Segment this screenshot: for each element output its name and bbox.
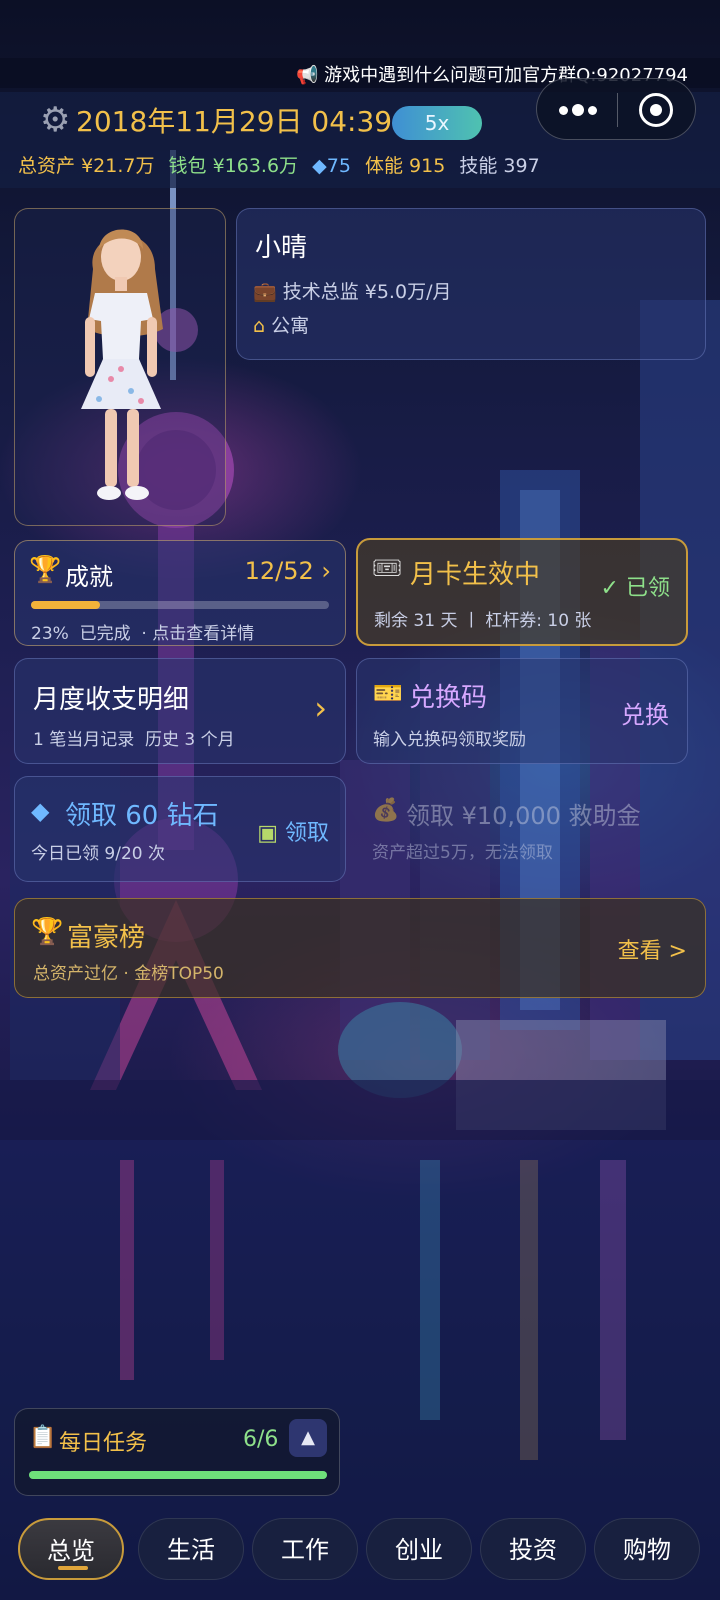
achievement-count: 12/52 › [244, 557, 331, 585]
character-portrait-card[interactable] [14, 208, 226, 526]
monthly-statement-card[interactable]: 月度收支明细 1 笔当月记录 历史 3 个月 › [14, 658, 346, 764]
diamond-reward-title: 领取 60 钻石 [65, 801, 219, 831]
home-info: ⌂ 公寓 [253, 315, 310, 337]
clapperboard-icon: ▣ [257, 821, 278, 846]
diamond-icon: ◆ [31, 797, 50, 825]
wallet-label: 钱包 [168, 155, 207, 177]
relief-fund-card: 💰 领取 ¥10,000 救助金 资产超过5万，无法领取 [356, 776, 688, 882]
skill-value: 397 [503, 155, 540, 177]
relief-detail: 资产超过5万，无法领取 [372, 843, 553, 863]
game-speed-button[interactable]: 5x [392, 106, 482, 140]
money-bag-icon: 💰 [372, 798, 400, 823]
briefcase-icon: 💼 [253, 281, 277, 303]
daily-tasks-count: 6/6 [243, 1427, 279, 1452]
close-miniprogram-icon[interactable] [639, 93, 673, 127]
redeem-code-card[interactable]: 🎫 兑换码 输入兑换码领取奖励 兑换 [356, 658, 688, 764]
monthly-card-detail: 剩余 31 天 丨 杠杆券: 10 张 [374, 611, 592, 631]
active-tab-indicator [58, 1566, 88, 1570]
character-avatar [81, 229, 163, 500]
capsule-divider [617, 93, 618, 127]
stamina-value: 915 [409, 155, 446, 177]
rich-list-card[interactable]: 🏆 富豪榜 总资产过亿 · 金榜TOP50 查看 > [14, 898, 706, 998]
megaphone-icon: 📢 [296, 65, 319, 86]
ticket-icon: 🎟 [372, 554, 403, 582]
trophy-icon: 🏆 [29, 555, 62, 585]
total-assets-value: ¥21.7万 [81, 155, 155, 177]
achievement-card[interactable]: 🏆 成就 12/52 › 23% 已完成 · 点击查看详情 [14, 540, 346, 646]
monthly-card-title: 月卡生效中 [410, 560, 541, 590]
redeem-detail: 输入兑换码领取奖励 [373, 730, 526, 750]
total-assets-label: 总资产 [18, 155, 76, 177]
wallet-value: ¥163.6万 [212, 155, 299, 177]
diamond-count: 75 [326, 155, 351, 177]
skill-label: 技能 [459, 155, 498, 177]
redeem-button[interactable]: 兑换 [621, 695, 669, 730]
relief-title: 领取 ¥10,000 救助金 [406, 802, 641, 830]
more-options-icon[interactable] [557, 101, 601, 119]
achievement-title: 成就 [65, 563, 113, 591]
daily-tasks-progress-bar [29, 1471, 327, 1479]
achievement-progress-bar [31, 601, 329, 609]
achievement-detail: 23% 已完成 · 点击查看详情 [31, 624, 255, 644]
tab-life[interactable]: 生活 [138, 1518, 244, 1580]
rich-list-detail: 总资产过亿 · 金榜TOP50 [33, 964, 224, 984]
tab-work[interactable]: 工作 [252, 1518, 358, 1580]
diamond-icon: ◆ [312, 155, 327, 177]
collapse-up-button[interactable]: ▲ [289, 1419, 327, 1457]
redeem-title: 兑换码 [409, 683, 488, 713]
stats-row: 总资产 ¥21.7万 钱包 ¥163.6万 ◆75 体能 915 技能 397 [18, 152, 540, 180]
tab-business[interactable]: 创业 [366, 1518, 472, 1580]
statement-detail: 1 笔当月记录 历史 3 个月 [33, 730, 235, 750]
triangle-up-icon: ▲ [301, 1427, 315, 1448]
tab-shopping[interactable]: 购物 [594, 1518, 700, 1580]
checkmark-icon: ✓ [600, 576, 619, 601]
trophy-icon: 🏆 [31, 917, 64, 947]
daily-tasks-panel[interactable]: 📋 每日任务 6/6 ▲ [14, 1408, 340, 1496]
rich-list-title: 富豪榜 [67, 923, 146, 953]
clipboard-icon: 📋 [29, 1425, 57, 1450]
chevron-right-icon: › [314, 689, 327, 727]
tab-overview[interactable]: 总览 [18, 1518, 124, 1580]
monthly-card-status: ✓ 已领 [600, 576, 670, 601]
coupon-icon: 🎫 [373, 679, 403, 707]
diamond-reward-detail: 今日已领 9/20 次 [31, 844, 165, 864]
house-icon: ⌂ [253, 315, 266, 337]
profile-info-card[interactable]: 小晴 💼 技术总监 ¥5.0万/月 ⌂ 公寓 [236, 208, 706, 360]
diamond-claim-button[interactable]: ▣ 领取 [257, 815, 329, 847]
settings-gear-icon[interactable]: ⚙ [40, 102, 76, 138]
rich-list-view-button[interactable]: 查看 > [618, 933, 687, 965]
tab-invest[interactable]: 投资 [480, 1518, 586, 1580]
job-info: 💼 技术总监 ¥5.0万/月 [253, 281, 452, 303]
stamina-label: 体能 [364, 155, 403, 177]
monthly-card-panel[interactable]: 🎟 月卡生效中 剩余 31 天 丨 杠杆券: 10 张 ✓ 已领 [356, 538, 688, 646]
diamond-reward-card[interactable]: ◆ 领取 60 钻石 今日已领 9/20 次 ▣ 领取 [14, 776, 346, 882]
game-date-time: 2018年11月29日 04:39 [76, 105, 393, 138]
miniprogram-capsule [536, 78, 696, 140]
character-name: 小晴 [255, 233, 308, 263]
statement-title: 月度收支明细 [33, 685, 190, 715]
daily-tasks-title: 每日任务 [59, 1431, 148, 1456]
